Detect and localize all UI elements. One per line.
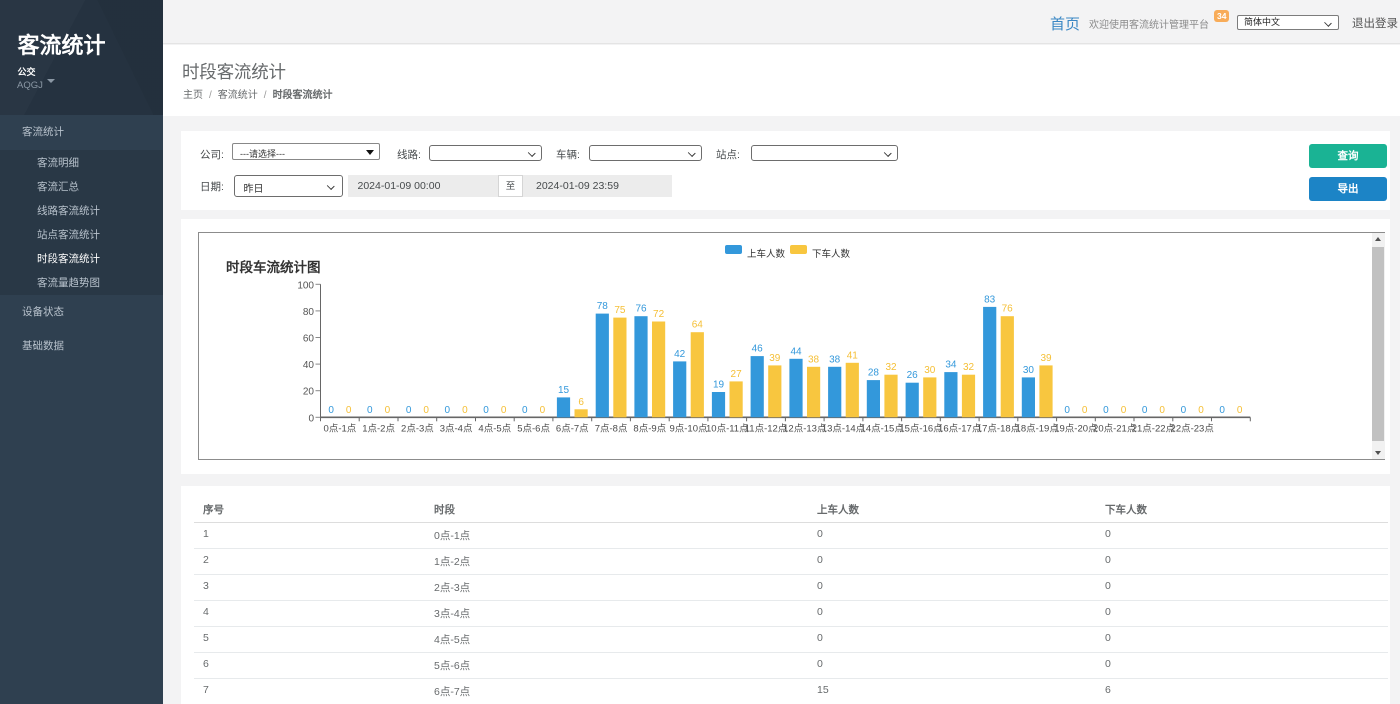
svg-text:16点-17点: 16点-17点 xyxy=(938,424,982,435)
svg-text:14点-15点: 14点-15点 xyxy=(861,424,905,435)
svg-text:2点-3点: 2点-3点 xyxy=(401,424,434,435)
svg-text:6点-7点: 6点-7点 xyxy=(556,424,589,435)
svg-text:39: 39 xyxy=(769,353,781,364)
svg-text:0: 0 xyxy=(1082,405,1088,416)
svg-text:17点-18点: 17点-18点 xyxy=(977,424,1021,435)
svg-text:0: 0 xyxy=(1198,405,1204,416)
svg-text:42: 42 xyxy=(674,349,686,360)
svg-text:0: 0 xyxy=(385,405,391,416)
svg-text:80: 80 xyxy=(303,307,315,318)
svg-text:0点-1点: 0点-1点 xyxy=(324,424,357,435)
svg-text:10点-11点: 10点-11点 xyxy=(706,424,749,435)
svg-text:7点-8点: 7点-8点 xyxy=(595,424,628,435)
svg-text:3点-4点: 3点-4点 xyxy=(440,424,473,435)
svg-text:1点-2点: 1点-2点 xyxy=(362,424,395,435)
svg-text:28: 28 xyxy=(868,368,880,379)
svg-text:30: 30 xyxy=(1023,365,1035,376)
svg-text:34: 34 xyxy=(945,360,957,371)
svg-text:75: 75 xyxy=(614,305,626,316)
svg-text:76: 76 xyxy=(1002,304,1014,315)
svg-text:20: 20 xyxy=(303,387,315,398)
svg-text:22点-23点: 22点-23点 xyxy=(1171,424,1215,435)
svg-text:9点-10点: 9点-10点 xyxy=(669,424,708,435)
svg-text:32: 32 xyxy=(963,362,975,373)
svg-text:60: 60 xyxy=(303,334,315,345)
svg-text:0: 0 xyxy=(1181,405,1187,416)
svg-text:41: 41 xyxy=(847,350,859,361)
svg-text:0: 0 xyxy=(367,405,373,416)
svg-text:39: 39 xyxy=(1040,353,1052,364)
svg-text:5点-6点: 5点-6点 xyxy=(517,424,550,435)
svg-text:26: 26 xyxy=(907,370,919,381)
svg-text:40: 40 xyxy=(303,360,315,371)
svg-text:0: 0 xyxy=(406,405,412,416)
svg-text:0: 0 xyxy=(328,405,334,416)
svg-text:64: 64 xyxy=(692,320,704,331)
svg-text:20点-21点: 20点-21点 xyxy=(1093,424,1137,435)
svg-text:0: 0 xyxy=(1237,405,1243,416)
svg-text:32: 32 xyxy=(885,362,897,373)
svg-text:0: 0 xyxy=(462,405,468,416)
svg-text:0: 0 xyxy=(1142,405,1148,416)
svg-text:0: 0 xyxy=(1064,405,1070,416)
svg-text:0: 0 xyxy=(1103,405,1109,416)
svg-text:0: 0 xyxy=(423,405,429,416)
svg-text:0: 0 xyxy=(540,405,546,416)
svg-text:46: 46 xyxy=(752,344,764,355)
svg-text:0: 0 xyxy=(1219,405,1225,416)
svg-text:11点-12点: 11点-12点 xyxy=(745,424,788,435)
svg-text:15: 15 xyxy=(558,385,570,396)
svg-text:0: 0 xyxy=(1121,405,1127,416)
svg-text:0: 0 xyxy=(501,405,507,416)
svg-text:19: 19 xyxy=(713,380,725,391)
svg-text:13点-14点: 13点-14点 xyxy=(822,424,866,435)
svg-text:0: 0 xyxy=(308,413,314,424)
svg-text:0: 0 xyxy=(445,405,451,416)
svg-text:21点-22点: 21点-22点 xyxy=(1132,424,1176,435)
svg-text:19点-20点: 19点-20点 xyxy=(1054,424,1098,435)
svg-text:18点-19点: 18点-19点 xyxy=(1016,424,1060,435)
svg-text:44: 44 xyxy=(790,346,802,357)
svg-text:0: 0 xyxy=(483,405,489,416)
svg-text:83: 83 xyxy=(984,294,996,305)
svg-text:100: 100 xyxy=(297,280,314,291)
svg-text:0: 0 xyxy=(346,405,352,416)
svg-text:38: 38 xyxy=(808,354,820,365)
svg-text:0: 0 xyxy=(1159,405,1165,416)
svg-text:76: 76 xyxy=(635,304,647,315)
svg-text:0: 0 xyxy=(522,405,528,416)
svg-text:4点-5点: 4点-5点 xyxy=(478,424,511,435)
svg-text:38: 38 xyxy=(829,354,841,365)
svg-text:8点-9点: 8点-9点 xyxy=(633,424,666,435)
svg-text:15点-16点: 15点-16点 xyxy=(899,424,943,435)
svg-text:72: 72 xyxy=(653,309,665,320)
svg-text:6: 6 xyxy=(578,397,584,408)
svg-text:78: 78 xyxy=(597,301,609,312)
svg-text:27: 27 xyxy=(731,369,743,380)
svg-text:12点-13点: 12点-13点 xyxy=(783,424,827,435)
svg-text:30: 30 xyxy=(924,365,936,376)
